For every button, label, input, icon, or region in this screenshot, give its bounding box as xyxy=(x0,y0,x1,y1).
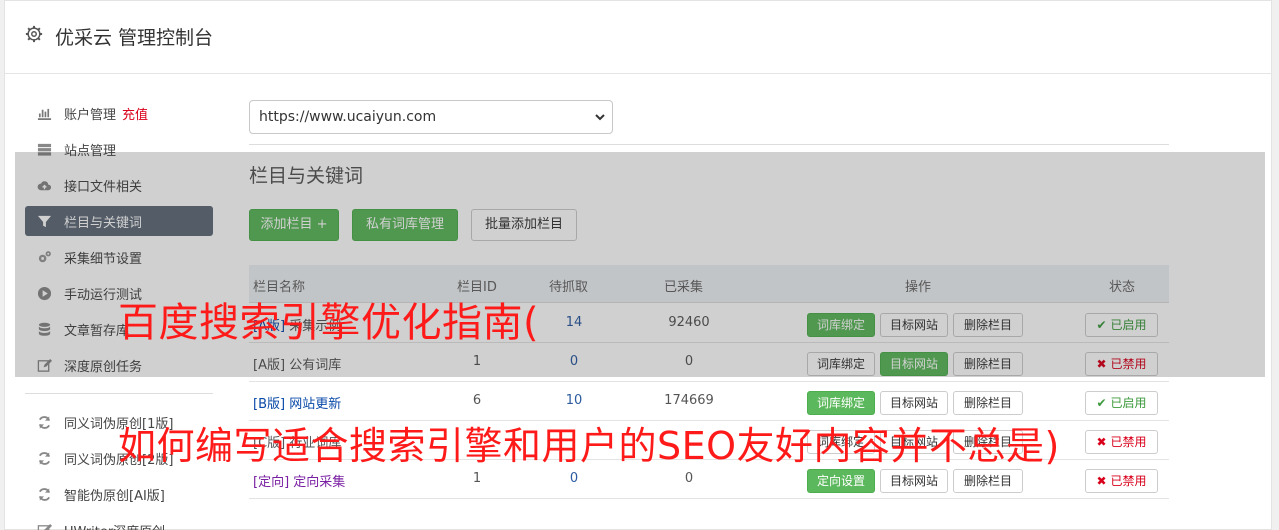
watermark-line-2: 如何编写适合搜索引擎和用户的SEO友好内容并不总是) xyxy=(118,424,1060,468)
edit-icon xyxy=(37,523,52,530)
column-prefix: [定向] xyxy=(253,475,290,490)
collected-count: 0 xyxy=(684,471,694,486)
sidebar-item-account[interactable]: 账户管理 充值 xyxy=(25,98,213,128)
x-icon: ✖ xyxy=(1096,474,1107,488)
refresh-icon xyxy=(38,452,51,465)
target-site-button[interactable]: 目标网站 xyxy=(880,469,948,493)
collected-count: 174669 xyxy=(664,393,714,408)
sidebar-item-label: UWriter深度原创 xyxy=(64,521,165,530)
column-prefix: [B版] xyxy=(253,397,286,412)
status-label: 已禁用 xyxy=(1110,435,1147,449)
watermark-line-1: 百度搜索引擎优化指南( xyxy=(118,300,540,346)
x-icon: ✖ xyxy=(1096,435,1107,449)
check-icon: ✔ xyxy=(1096,396,1107,410)
pending-count: 10 xyxy=(565,393,583,408)
status-toggle[interactable]: ✖ 已禁用 xyxy=(1085,469,1158,493)
header: 优采云 管理控制台 xyxy=(5,1,1271,74)
recharge-link[interactable]: 充值 xyxy=(122,108,148,123)
site-select[interactable]: https://www.ucaiyun.com xyxy=(249,100,613,134)
status-label: 已禁用 xyxy=(1110,474,1147,488)
sidebar-item-uwriter[interactable]: UWriter深度原创 xyxy=(25,515,213,530)
delete-column-button[interactable]: 删除栏目 xyxy=(953,469,1023,493)
status-toggle[interactable]: ✖ 已禁用 xyxy=(1085,430,1158,454)
sidebar-item-ai-rewrite[interactable]: 智能伪原创[AI版] xyxy=(25,479,213,509)
column-name[interactable]: 网站更新 xyxy=(289,397,341,412)
app-title: 优采云 管理控制台 xyxy=(55,27,214,49)
divider xyxy=(249,144,1169,145)
gear-icon xyxy=(25,25,43,43)
column-name[interactable]: 定向采集 xyxy=(293,475,345,490)
sidebar-item-label: 账户管理 xyxy=(64,108,117,123)
bind-lib-button[interactable]: 词库绑定 xyxy=(807,391,875,415)
chevron-down-icon xyxy=(595,114,605,121)
sidebar-item-label: 智能伪原创[AI版] xyxy=(64,489,165,504)
target-site-button[interactable]: 目标网站 xyxy=(880,391,948,415)
refresh-icon xyxy=(38,488,51,501)
directed-settings-button[interactable]: 定向设置 xyxy=(807,469,875,493)
bar-chart-icon xyxy=(37,108,52,120)
column-id: 6 xyxy=(472,393,482,408)
site-select-value: https://www.ucaiyun.com xyxy=(259,109,437,125)
pending-count: 0 xyxy=(569,471,579,486)
column-id: 1 xyxy=(472,471,482,486)
refresh-icon xyxy=(38,416,51,429)
status-toggle[interactable]: ✔ 已启用 xyxy=(1085,391,1158,415)
delete-column-button[interactable]: 删除栏目 xyxy=(953,391,1023,415)
status-label: 已启用 xyxy=(1110,396,1147,410)
sidebar-divider xyxy=(25,393,213,394)
